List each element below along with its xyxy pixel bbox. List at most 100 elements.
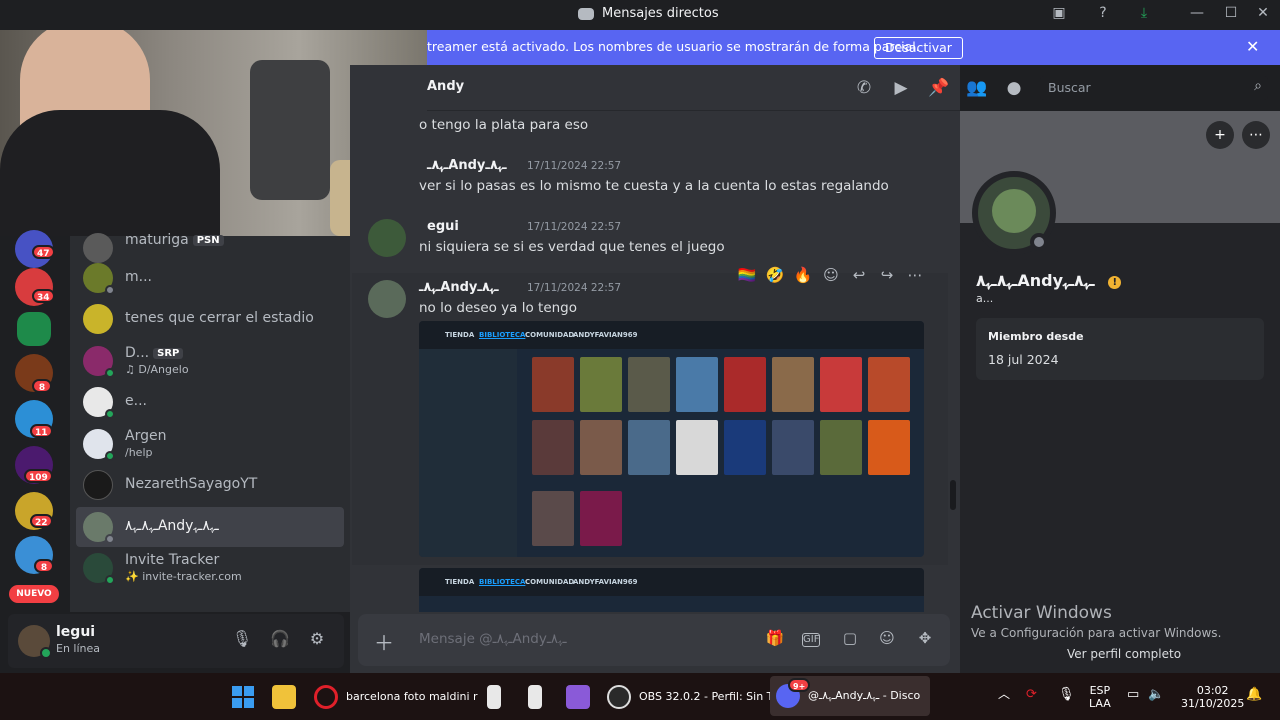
language-code: ESP <box>1089 684 1111 697</box>
notification-bell-icon[interactable]: 🔔 <box>1246 688 1262 701</box>
gif-icon[interactable]: GIF <box>802 633 820 647</box>
game-cover <box>868 357 910 412</box>
taskbar-file-button[interactable] <box>487 673 509 720</box>
tray-chevron-icon[interactable]: ︿ <box>998 688 1010 701</box>
game-cover <box>580 491 622 546</box>
dm-item[interactable]: m... <box>76 258 344 298</box>
apps-icon[interactable]: ✥ <box>914 629 936 651</box>
status-dot <box>105 575 115 585</box>
add-friend-button[interactable]: + <box>1206 121 1234 149</box>
more-icon[interactable]: ⋯ <box>904 266 926 284</box>
video-call-icon[interactable]: ▶ <box>890 78 912 100</box>
status-dot <box>105 534 115 544</box>
member-since-label: Miembro desde <box>988 330 1084 343</box>
search-input[interactable]: Buscar ⌕ <box>1040 76 1268 100</box>
chat-scrollbar[interactable] <box>950 480 956 510</box>
image-attachment[interactable]: TIENDA BIBLIOTECA COMUNIDAD ANDYFAVIAN96… <box>419 568 924 612</box>
maximize-button[interactable]: ☐ <box>1220 5 1242 25</box>
game-cover <box>820 357 862 412</box>
network-icon[interactable]: ▭ <box>1127 688 1139 701</box>
download-icon[interactable]: ⤓ <box>1133 5 1155 25</box>
member-since-card: Miembro desde 18 jul 2024 <box>976 318 1264 380</box>
windows-activation-title: Activar Windows <box>971 603 1112 623</box>
steam-sidebar <box>419 349 517 557</box>
minimize-button[interactable]: — <box>1186 5 1208 25</box>
user-status: En línea <box>56 642 101 655</box>
forward-icon[interactable]: ↪ <box>876 266 898 284</box>
file-explorer-button[interactable] <box>272 673 304 720</box>
dm-item-active[interactable]: ـﮩ٨ـﮩ۸Andyـﮩ٨ـﮩ <box>76 507 344 547</box>
reply-icon[interactable]: ↩ <box>848 266 870 284</box>
close-button[interactable]: ✕ <box>1252 5 1274 25</box>
pin-icon[interactable]: 📌 <box>928 78 950 100</box>
taskbar-app-obs[interactable]: OBS 32.0.2 - Perfil: Sin T <box>607 673 773 720</box>
help-icon[interactable]: ? <box>1092 5 1114 25</box>
fire-reaction[interactable]: 🔥 <box>792 266 814 284</box>
view-full-profile-link[interactable]: Ver perfil completo <box>1067 647 1181 661</box>
server-badge: 8 <box>34 559 54 573</box>
laughing-reaction[interactable]: 🤣 <box>764 266 786 284</box>
dm-item[interactable]: D... SRP ♫ D/Angelo <box>76 341 344 381</box>
gift-icon[interactable]: 🎁 <box>764 629 786 651</box>
language-indicator[interactable]: ESP LAA <box>1089 684 1111 710</box>
new-badge[interactable]: NUEVO <box>9 585 59 603</box>
user-profile-icon[interactable]: ● <box>1003 78 1025 100</box>
microphone-icon[interactable]: 🎙 <box>230 629 254 653</box>
dm-item[interactable]: e... <box>76 382 344 422</box>
dm-activity: /help <box>125 446 153 459</box>
composer-placeholder: Mensaje @ـﮩ٨ـAndyـﮩ٨ـ <box>419 631 567 647</box>
sticker-icon[interactable]: ▢ <box>839 629 861 651</box>
start-button[interactable] <box>232 673 254 720</box>
taskbar-app-opera[interactable]: barcelona foto maldini r <box>314 673 478 720</box>
sync-icon[interactable]: ⟳ <box>1026 688 1037 701</box>
window-title: Mensajes directos <box>578 6 719 21</box>
gear-icon[interactable]: ⚙ <box>305 629 329 653</box>
dm-name: NezarethSayagoYT <box>125 476 258 492</box>
game-cover <box>724 357 766 412</box>
taskbar-file-button[interactable] <box>528 673 550 720</box>
message-avatar[interactable] <box>368 280 406 318</box>
taskbar-app-button[interactable] <box>566 673 598 720</box>
profile-panel: + ⋯ ـﮩ٨ـﮩ۸Andyـﮩ٨ـﮩ ! a... Miembro desde… <box>960 111 1280 673</box>
dm-item[interactable]: Invite Tracker ✨ invite-tracker.com <box>76 548 344 588</box>
add-reaction-icon[interactable]: ☺ <box>820 266 842 284</box>
emoji-icon[interactable]: ☺ <box>876 629 898 651</box>
dm-item[interactable]: Argen /help <box>76 424 344 464</box>
steam-tab: ANDYFAVIAN969 <box>573 331 638 339</box>
volume-icon[interactable]: 🔈 <box>1148 688 1164 701</box>
add-friend-icon[interactable]: 👥 <box>966 78 988 100</box>
activity-tag: PSN <box>192 235 224 246</box>
rainbow-flag-reaction[interactable]: 🏳️‍🌈 <box>736 266 758 284</box>
voice-call-icon[interactable]: ✆ <box>853 78 875 100</box>
dm-item[interactable]: NezarethSayagoYT <box>76 465 344 505</box>
steam-tab: TIENDA <box>445 578 475 586</box>
game-cover <box>772 357 814 412</box>
chat-header: Andy <box>427 65 960 111</box>
message-text: ni siquiera se si es verdad que tenes el… <box>419 239 725 255</box>
banner-close-icon[interactable]: ✕ <box>1246 37 1259 56</box>
message-avatar[interactable] <box>368 219 406 257</box>
chat-title: Andy <box>427 79 465 94</box>
inbox-icon[interactable]: ▣ <box>1048 5 1070 25</box>
headphones-icon[interactable]: 🎧 <box>268 629 292 653</box>
message-composer[interactable]: ＋ Mensaje @ـﮩ٨ـAndyـﮩ٨ـ 🎁 GIF ▢ ☺ ✥ <box>358 614 950 666</box>
message-author[interactable]: ـﮩ٨ـAndyـﮩ٨ـ <box>427 158 507 173</box>
file-icon <box>487 684 501 709</box>
clock[interactable]: 03:02 31/10/2025 <box>1181 684 1244 710</box>
message-timestamp: 17/11/2024 22:57 <box>527 160 622 172</box>
message-author[interactable]: ـﮩ٨ـAndyـﮩ٨ـ <box>419 280 499 295</box>
game-cover <box>532 357 574 412</box>
taskbar-app-discord[interactable]: @ـﮩ٨ـAndyـﮩ٨ـ - Disco 9+ <box>770 676 930 716</box>
microphone-tray-icon[interactable]: 🎙 <box>1058 688 1075 701</box>
status-dot <box>105 368 115 378</box>
dm-item[interactable]: tenes que cerrar el estadio <box>76 299 344 339</box>
disable-streamer-button[interactable]: Desactivar <box>874 37 963 59</box>
server-icon[interactable] <box>17 312 51 346</box>
server-badge: 22 <box>30 514 53 528</box>
message-author[interactable]: egui <box>427 219 459 234</box>
image-attachment[interactable]: TIENDA BIBLIOTECA COMUNIDAD ANDYFAVIAN96… <box>419 321 924 557</box>
dm-activity: ✨ invite-tracker.com <box>125 570 242 583</box>
app-icon <box>566 684 590 709</box>
plus-icon[interactable]: ＋ <box>374 627 394 656</box>
more-options-button[interactable]: ⋯ <box>1242 121 1270 149</box>
